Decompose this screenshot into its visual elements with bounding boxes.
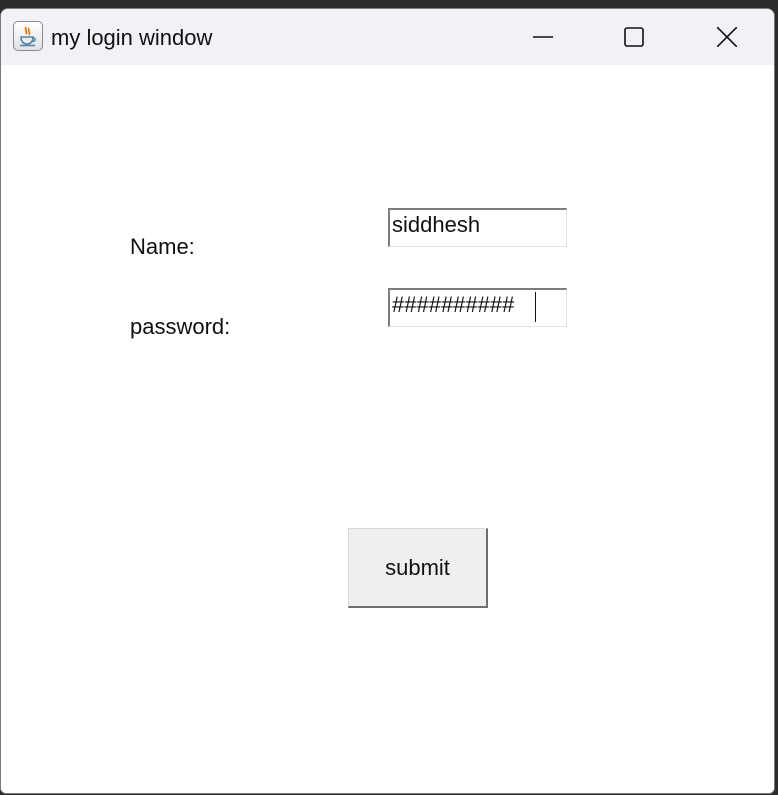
window-title: my login window xyxy=(51,25,213,50)
close-icon xyxy=(717,27,737,47)
password-label: password: xyxy=(130,314,231,339)
name-label: Name: xyxy=(130,234,195,259)
title-bar[interactable]: my login window xyxy=(1,9,774,65)
name-field[interactable] xyxy=(388,208,567,247)
minimize-icon xyxy=(533,36,553,38)
password-field[interactable] xyxy=(388,288,567,327)
close-button[interactable] xyxy=(683,9,771,65)
java-coffee-cup-icon[interactable] xyxy=(13,21,43,51)
text-caret xyxy=(535,292,536,322)
minimize-button[interactable] xyxy=(499,9,587,65)
maximize-icon xyxy=(624,27,644,47)
login-window: my login window Name: password: submit xyxy=(0,8,775,794)
maximize-button[interactable] xyxy=(590,9,678,65)
window-content: Name: password: submit xyxy=(1,65,774,793)
submit-button[interactable]: submit xyxy=(348,528,488,608)
